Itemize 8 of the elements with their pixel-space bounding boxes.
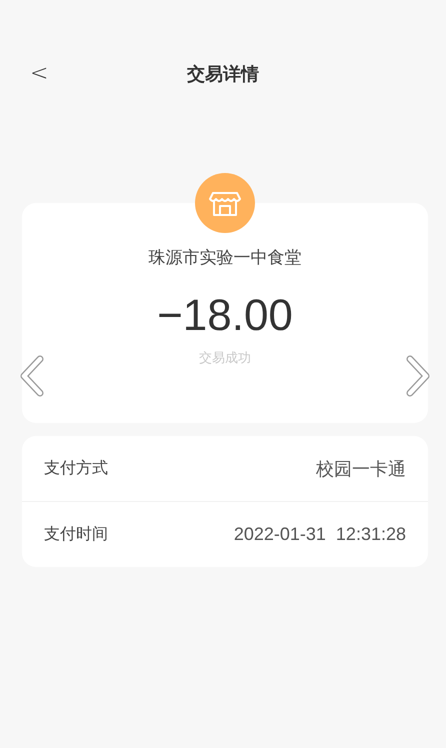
detail-label: 支付方式 (44, 458, 108, 479)
page-title: 交易详情 (187, 63, 259, 86)
amount: −18.00 (157, 291, 293, 341)
merchant-name: 珠源市实验一中食堂 (148, 247, 302, 269)
detail-label: 支付时间 (44, 524, 108, 545)
detail-value: 2022-01-31 12:31:28 (234, 524, 406, 545)
back-button[interactable]: < (24, 59, 54, 88)
detail-value: 校园一卡通 (316, 458, 406, 480)
